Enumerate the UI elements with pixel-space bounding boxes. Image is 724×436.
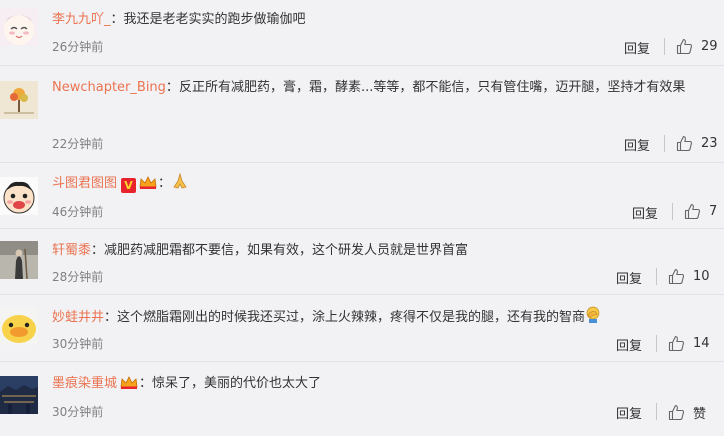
comment-text-line: 李九九吖_：我还是老老实实的跑步做瑜伽吧 [52, 12, 306, 27]
comment-item: 李九九吖_：我还是老老实实的跑步做瑜伽吧 26分钟前 回复 29 [0, 0, 724, 66]
reply-button[interactable]: 回复 [632, 203, 658, 222]
comment-text: 惊呆了，美丽的代价也太大了 [152, 376, 322, 391]
comment-time: 46分钟前 [52, 205, 104, 219]
divider [672, 203, 673, 220]
thumbs-up-icon [676, 38, 693, 55]
divider [664, 38, 665, 55]
comment-username[interactable]: 斗图君图图 [52, 176, 117, 191]
comment-text-line: Newchapter_Bing：反正所有减肥药，膏，霜，酵素...等等，都不能信… [52, 80, 686, 95]
comment-list: 李九九吖_：我还是老老实实的跑步做瑜伽吧 26分钟前 回复 29 Newchap… [0, 0, 724, 436]
comment-text-line: 斗图君图图 V： [52, 171, 714, 197]
comment-time: 26分钟前 [52, 40, 104, 54]
like-button[interactable]: 7 [684, 203, 717, 220]
comment-time: 30分钟前 [52, 405, 104, 419]
like-count: 23 [701, 136, 718, 151]
like-count: 29 [701, 39, 718, 54]
comment-text-line: 妙蛙井井：这个燃脂霜刚出的时候我还买过，涂上火辣辣，疼得不仅是我的腿，还有我的智… [52, 305, 714, 331]
comment-actions: 回复 23 [624, 135, 724, 155]
reply-button[interactable]: 回复 [616, 403, 642, 422]
vip-crown-icon[interactable] [138, 175, 158, 190]
divider [664, 135, 665, 152]
comment-time: 22分钟前 [52, 137, 104, 151]
comment-text: 我还是老老实实的跑步做瑜伽吧 [123, 12, 306, 27]
divider [656, 335, 657, 352]
thumbs-up-icon [668, 268, 685, 285]
like-button[interactable]: 29 [676, 38, 718, 55]
avatar[interactable] [0, 177, 38, 215]
avatar[interactable] [0, 307, 38, 345]
thumbs-up-icon [676, 135, 693, 152]
like-button[interactable]: 14 [668, 335, 710, 352]
comment-username[interactable]: Newchapter_Bing [52, 80, 166, 95]
avatar[interactable] [0, 81, 38, 119]
comment-item: 轩蜀黍：减肥药减肥霜都不要信，如果有效，这个研发人员就是世界首富 28分钟前 回… [0, 229, 724, 295]
reply-button[interactable]: 回复 [624, 135, 650, 154]
comment-actions: 回复 赞 [616, 403, 724, 423]
comment-time: 28分钟前 [52, 270, 104, 284]
avatar[interactable] [0, 8, 38, 46]
comment-username[interactable]: 妙蛙井井 [52, 310, 104, 325]
reply-button[interactable]: 回复 [624, 38, 650, 57]
like-count: 14 [693, 336, 710, 351]
comment-item: 墨痕染重城 ：惊呆了，美丽的代价也太大了 30分钟前 回复 赞 [0, 362, 724, 436]
comment-time: 30分钟前 [52, 337, 104, 351]
comment-username[interactable]: 轩蜀黍 [52, 243, 91, 258]
comment-text-line: 轩蜀黍：减肥药减肥霜都不要信，如果有效，这个研发人员就是世界首富 [52, 243, 469, 258]
reply-button[interactable]: 回复 [616, 335, 642, 354]
comment-text: 反正所有减肥药，膏，霜，酵素...等等，都不能信，只有管住嘴，迈开腿，坚持才有效… [178, 80, 686, 95]
like-count: 赞 [693, 407, 707, 422]
avatar[interactable] [0, 376, 38, 414]
comment-username[interactable]: 李九九吖_ [52, 12, 111, 27]
vip-crown-icon[interactable] [119, 375, 139, 390]
avatar[interactable] [0, 241, 38, 279]
comment-text-line: 墨痕染重城 ：惊呆了，美丽的代价也太大了 [52, 375, 322, 391]
comment-item: 斗图君图图 V： 46分钟前 回复 7 [0, 163, 724, 229]
reply-button[interactable]: 回复 [616, 268, 642, 287]
like-button[interactable]: 23 [676, 135, 718, 152]
comment-text: 这个燃脂霜刚出的时候我还买过，涂上火辣辣，疼得不仅是我的腿，还有我的智商 [117, 310, 586, 325]
comment-item: Newchapter_Bing：反正所有减肥药，膏，霜，酵素...等等，都不能信… [0, 66, 724, 163]
comment-actions: 回复 29 [624, 38, 724, 58]
comment-actions: 回复 10 [616, 268, 724, 288]
thumbs-up-icon [684, 203, 701, 220]
comment-actions: 回复 14 [616, 335, 724, 355]
comment-username[interactable]: 墨痕染重城 [52, 376, 117, 391]
thumbs-up-icon [668, 404, 685, 421]
verified-badge[interactable]: V [121, 178, 137, 193]
like-button[interactable]: 赞 [668, 403, 706, 422]
comment-actions: 回复 7 [632, 203, 724, 223]
thumbs-up-icon [668, 335, 685, 352]
facepalm-emoji-icon [586, 306, 600, 323]
comment-item: 妙蛙井井：这个燃脂霜刚出的时候我还买过，涂上火辣辣，疼得不仅是我的腿，还有我的智… [0, 295, 724, 362]
comment-text: 减肥药减肥霜都不要信，如果有效，这个研发人员就是世界首富 [104, 243, 469, 258]
like-button[interactable]: 10 [668, 268, 710, 285]
like-count: 10 [693, 269, 710, 284]
like-count: 7 [709, 204, 718, 219]
divider [656, 403, 657, 420]
divider [656, 268, 657, 285]
pray-emoji-icon [173, 172, 187, 189]
